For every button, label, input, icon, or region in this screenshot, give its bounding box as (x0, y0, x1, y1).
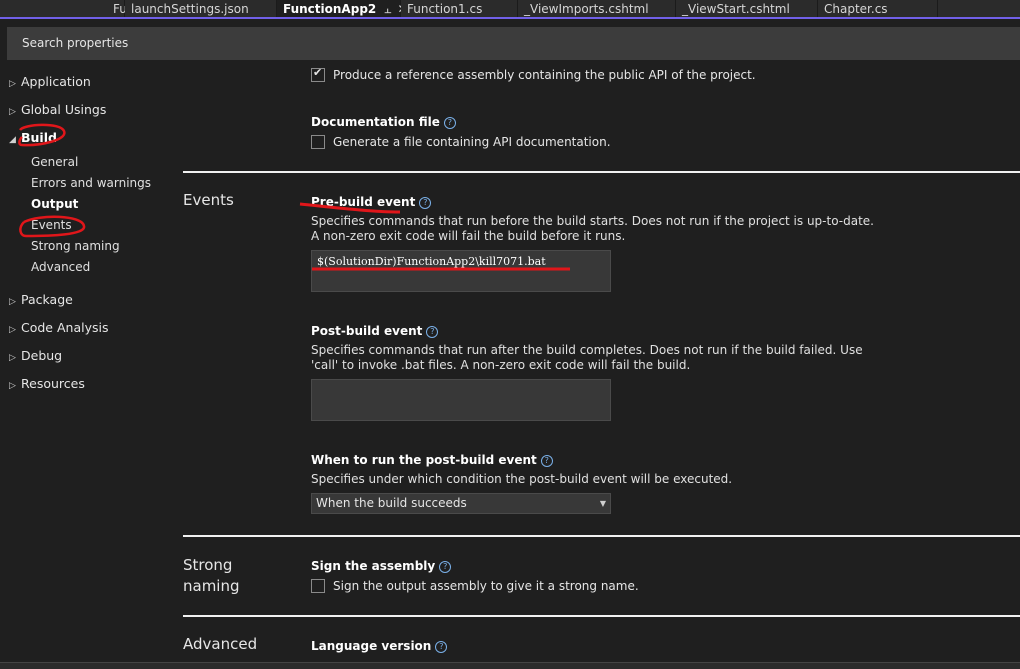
sidebar-item-label: Global Usings (21, 102, 107, 117)
post-build-event-title: Post-build event? (311, 324, 439, 338)
sidebar-subitem-general[interactable]: General (31, 152, 78, 172)
tab-launchsettings-json[interactable]: launchSettings.json (125, 0, 277, 17)
run-post-build-description: Specifies under which condition the post… (311, 472, 733, 486)
title-text: Sign the assembly (311, 559, 436, 573)
sidebar-subitem-advanced[interactable]: Advanced (31, 257, 90, 277)
sidebar-item-label: Resources (21, 376, 85, 391)
reference-assembly-checkbox[interactable] (311, 66, 325, 82)
sidebar-item-label: Package (21, 292, 73, 307)
section-divider (183, 171, 1020, 173)
collapse-triangle-icon: ◢ (9, 135, 16, 145)
post-build-event-description-1: Specifies commands that run after the bu… (311, 343, 863, 357)
sidebar-item-label: Debug (21, 348, 63, 363)
pre-build-event-textbox[interactable]: $(SolutionDir)FunctionApp2\kill7071.bat (311, 250, 611, 292)
pre-build-event-title: Pre-build event? (311, 195, 432, 209)
tab-label: launchSettings.json (131, 1, 249, 16)
help-icon[interactable]: ? (443, 117, 456, 129)
section-divider (183, 615, 1020, 617)
sidebar-item-global-usings[interactable]: ▷ Global Usings (9, 100, 106, 120)
pre-build-event-value: $(SolutionDir)FunctionApp2\kill7071.bat (317, 255, 546, 268)
checkbox-label: Generate a file containing API documenta… (333, 135, 611, 149)
sidebar-item-label: Application (21, 74, 91, 89)
tab-label: Chapter.cs (824, 1, 888, 16)
sign-assembly-title: Sign the assembly? (311, 559, 452, 573)
dropdown-arrow-icon: ▼ (599, 499, 606, 508)
sign-assembly-checkbox[interactable] (311, 579, 325, 593)
sidebar-item-application[interactable]: ▷ Application (9, 72, 91, 92)
tab-label: _ViewStart.cshtml (682, 1, 790, 16)
expand-triangle-icon: ▷ (9, 353, 16, 363)
sidebar-subitem-errors-warnings[interactable]: Errors and warnings (31, 173, 151, 193)
sign-assembly-option: Sign the output assembly to give it a st… (311, 578, 639, 594)
tab-chapter-cs[interactable]: Chapter.cs (818, 0, 938, 17)
sidebar-item-label: Build (21, 130, 57, 145)
sidebar-item-resources[interactable]: ▷ Resources (9, 374, 85, 394)
expand-triangle-icon: ▷ (9, 325, 16, 335)
sidebar-subitem-strong-naming[interactable]: Strong naming (31, 236, 120, 256)
pre-build-event-description-2: A non-zero exit code will fail the build… (311, 229, 626, 243)
reference-assembly-option: Produce a reference assembly containing … (311, 66, 756, 83)
sidebar-item-package[interactable]: ▷ Package (9, 290, 73, 310)
title-text: Post-build event (311, 324, 423, 338)
checkbox-label: Produce a reference assembly containing … (333, 68, 756, 82)
sidebar-item-debug[interactable]: ▷ Debug (9, 346, 62, 366)
post-build-event-description-2: 'call' to invoke .bat files. A non-zero … (311, 358, 691, 372)
sidebar-subitem-events[interactable]: Events (31, 215, 72, 235)
tab-accent-line (0, 17, 1020, 19)
pre-build-event-description-1: Specifies commands that run before the b… (311, 214, 874, 228)
section-label-advanced: Advanced (183, 635, 258, 653)
help-icon[interactable]: ? (426, 326, 439, 338)
help-icon[interactable]: ? (435, 641, 448, 653)
language-version-title: Language version? (311, 639, 448, 653)
tab-viewstart-cshtml[interactable]: _ViewStart.cshtml (676, 0, 818, 17)
pin-icon[interactable]: ⫠ (384, 1, 391, 17)
title-text: When to run the post-build event (311, 453, 537, 467)
section-label-strong-1: Strong (183, 556, 233, 574)
sidebar-item-build[interactable]: ◢ Build (9, 128, 57, 148)
run-post-build-title: When to run the post-build event? (311, 453, 553, 467)
tab-viewimports-cshtml[interactable]: _ViewImports.cshtml (518, 0, 676, 17)
sidebar-item-label: Code Analysis (21, 320, 109, 335)
tab-function1-cs[interactable]: Function1.cs (401, 0, 518, 17)
section-label-events: Events (183, 191, 234, 209)
expand-triangle-icon: ▷ (9, 79, 16, 89)
section-divider (183, 535, 1020, 537)
tab-functionapp2-active[interactable]: FunctionApp2 ⫠ ✕ (277, 0, 408, 17)
search-properties-input[interactable]: Search properties (7, 27, 1020, 60)
tab-functionapp2[interactable]: FunctionApp2 (1, 0, 195, 17)
annotation-overlay (18, 123, 570, 271)
document-tab-bar: kill7071.bat FunctionApp2 launchSettings… (0, 0, 1020, 17)
tab-label: _ViewImports.cshtml (524, 1, 649, 16)
checkbox-label: Sign the output assembly to give it a st… (333, 579, 639, 593)
run-post-build-select[interactable]: When the build succeeds ▼ (311, 493, 611, 514)
tab-label: Function1.cs (407, 1, 483, 16)
help-icon[interactable]: ? (439, 561, 452, 573)
expand-triangle-icon: ▷ (9, 381, 16, 391)
expand-triangle-icon: ▷ (9, 297, 16, 307)
help-icon[interactable]: ? (419, 197, 432, 209)
selected-value: When the build succeeds (316, 496, 467, 510)
expand-triangle-icon: ▷ (9, 107, 16, 117)
title-text: Pre-build event (311, 195, 416, 209)
section-label-strong-2: naming (183, 577, 240, 595)
documentation-file-checkbox[interactable] (311, 135, 325, 149)
tab-label: FunctionApp2 (283, 1, 377, 16)
post-build-event-textbox[interactable] (311, 379, 611, 421)
help-icon[interactable]: ? (540, 455, 553, 467)
documentation-file-title: Documentation file? (311, 115, 456, 129)
sidebar-item-code-analysis[interactable]: ▷ Code Analysis (9, 318, 108, 338)
title-text: Documentation file (311, 115, 440, 129)
documentation-file-option: Generate a file containing API documenta… (311, 134, 611, 150)
sidebar-subitem-output[interactable]: Output (31, 194, 78, 214)
title-text: Language version (311, 639, 432, 653)
